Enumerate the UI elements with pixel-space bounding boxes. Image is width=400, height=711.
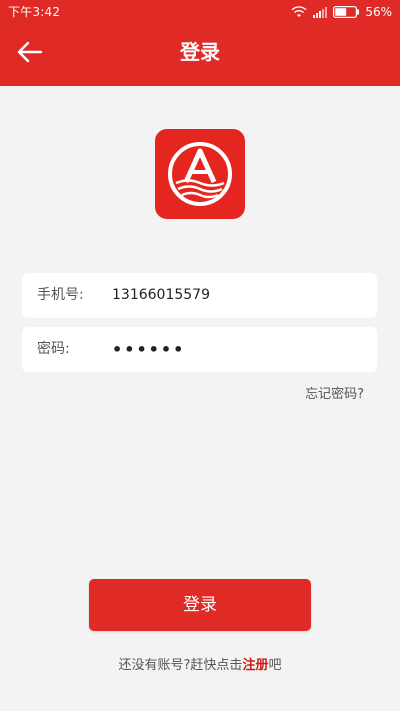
phone-input[interactable]: 13166015579 — [112, 273, 362, 318]
wifi-icon — [291, 6, 307, 18]
password-label: 密码: — [37, 341, 70, 357]
logo-emblem-icon — [168, 142, 232, 206]
page-title: 登录 — [180, 40, 220, 64]
password-field[interactable]: 密码: •••••• — [22, 327, 377, 372]
app-header: 下午3:42 56% 登录 — [0, 0, 400, 86]
forgot-password-link[interactable]: 忘记密码? — [305, 385, 364, 405]
battery-percentage: 56% — [365, 5, 392, 19]
nav-bar: 登录 — [0, 24, 400, 82]
signal-icon — [313, 6, 328, 18]
phone-label: 手机号: — [37, 287, 84, 303]
battery-icon — [333, 6, 360, 18]
register-prompt: 还没有账号?赶快点击注册吧 — [0, 656, 400, 676]
app-logo — [155, 129, 245, 219]
status-bar: 下午3:42 56% — [0, 0, 400, 24]
register-suffix: 吧 — [268, 658, 282, 673]
phone-field[interactable]: 手机号: 13166015579 — [22, 273, 377, 318]
status-indicators: 56% — [291, 0, 392, 24]
login-button[interactable]: 登录 — [89, 579, 311, 631]
register-prefix: 还没有账号?赶快点击 — [118, 658, 243, 673]
password-input[interactable]: •••••• — [112, 327, 362, 372]
status-time: 下午3:42 — [8, 5, 61, 19]
register-link[interactable]: 注册 — [242, 658, 268, 673]
